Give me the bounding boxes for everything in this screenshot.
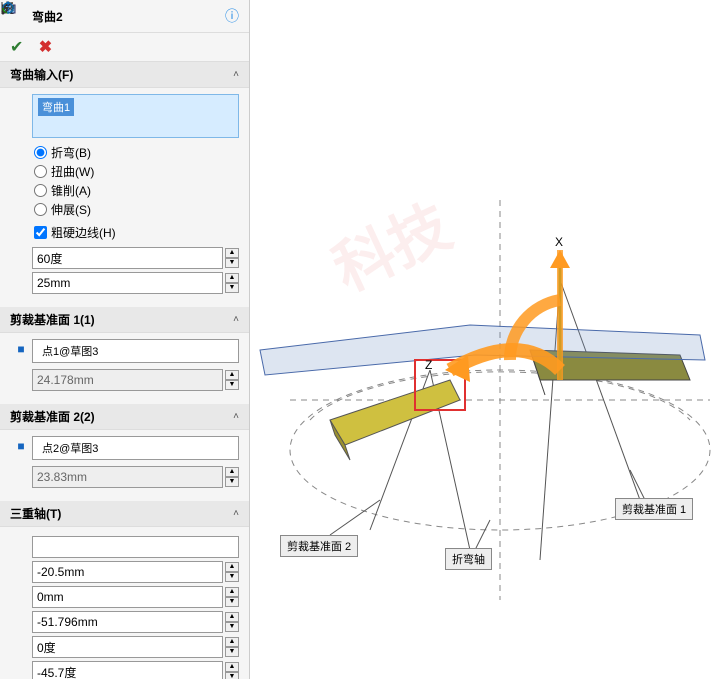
callout-trim1[interactable]: 剪裁基准面 1 xyxy=(615,498,693,520)
section-body-input: 弯曲1 折弯(B) 扭曲(W) 锥削(A) 伸展(S) 粗硬边线(H) ▲▼ ▲… xyxy=(0,88,249,307)
section-title: 剪裁基准面 2(2) xyxy=(10,408,233,425)
radio-taper-input[interactable] xyxy=(34,184,47,197)
point-icon: ■ xyxy=(10,339,32,356)
chevron-up-icon: ˄ xyxy=(233,411,239,422)
radio-bend-input[interactable] xyxy=(34,146,47,159)
radio-twist-input[interactable] xyxy=(34,165,47,178)
radio-label: 锥削(A) xyxy=(51,182,91,199)
triad-x-input[interactable] xyxy=(32,561,223,583)
spin-down[interactable]: ▼ xyxy=(225,572,239,582)
section-body-triad: x ▲▼ y ▲▼ z ▲▼ x ▲▼ y ▲▼ z ▲▼ xyxy=(0,527,249,679)
section-body-trim1: ■ 点1@草图3 D ▲▼ xyxy=(0,333,249,404)
section-header-triad[interactable]: 三重轴(T) ˄ xyxy=(0,501,249,527)
point-icon: ■ xyxy=(10,436,32,453)
section-header-trim2[interactable]: 剪裁基准面 2(2) ˄ xyxy=(0,404,249,430)
section-title: 弯曲输入(F) xyxy=(10,66,233,83)
trim2-distance-input xyxy=(32,466,223,488)
spin-up[interactable]: ▲ xyxy=(225,467,239,477)
chevron-up-icon: ˄ xyxy=(233,508,239,519)
spin-up[interactable]: ▲ xyxy=(225,248,239,258)
spin-up[interactable]: ▲ xyxy=(225,562,239,572)
section-header-trim1[interactable]: 剪裁基准面 1(1) ˄ xyxy=(0,307,249,333)
radio-label: 折弯(B) xyxy=(51,144,91,161)
spin-down[interactable]: ▼ xyxy=(225,258,239,268)
angle-input[interactable] xyxy=(32,247,223,269)
section-title: 三重轴(T) xyxy=(10,505,233,522)
spin-down[interactable]: ▼ xyxy=(225,283,239,293)
spin-up[interactable]: ▲ xyxy=(225,587,239,597)
callout-bend-axis[interactable]: 折弯轴 xyxy=(445,548,492,570)
spin-down[interactable]: ▼ xyxy=(225,477,239,487)
section-body-trim2: ■ 点2@草图3 D ▲▼ xyxy=(0,430,249,501)
hard-edges-input[interactable] xyxy=(34,226,47,239)
spin-up[interactable]: ▲ xyxy=(225,637,239,647)
radio-label: 伸展(S) xyxy=(51,201,91,218)
spin-up[interactable]: ▲ xyxy=(225,612,239,622)
triad-ry-input[interactable] xyxy=(32,661,223,679)
triad-origin-input[interactable] xyxy=(32,536,239,558)
chevron-up-icon: ˄ xyxy=(233,69,239,80)
help-icon[interactable]: ⓘ xyxy=(225,6,239,26)
triad-rx-input[interactable] xyxy=(32,636,223,658)
radio-twist[interactable]: 扭曲(W) xyxy=(34,163,239,180)
flex-type-radios: 折弯(B) 扭曲(W) 锥削(A) 伸展(S) xyxy=(34,144,239,218)
chevron-up-icon: ˄ xyxy=(233,314,239,325)
ok-button[interactable]: ✔ xyxy=(10,39,23,56)
spin-up[interactable]: ▲ xyxy=(225,370,239,380)
spin-down[interactable]: ▼ xyxy=(225,622,239,632)
spin-down[interactable]: ▼ xyxy=(225,597,239,607)
body-selection-box[interactable]: 弯曲1 xyxy=(32,94,239,138)
selection-item: 点2@草图3 xyxy=(38,442,102,456)
spin-down[interactable]: ▼ xyxy=(225,672,239,679)
radio-stretch-input[interactable] xyxy=(34,203,47,216)
panel-header: 弯曲2 ⓘ xyxy=(0,0,249,33)
radio-bend[interactable]: 折弯(B) xyxy=(34,144,239,161)
graphics-viewport[interactable]: 科技 空 xyxy=(250,0,713,679)
action-row: ✔ ✖ xyxy=(0,33,249,62)
callout-trim2[interactable]: 剪裁基准面 2 xyxy=(280,535,358,557)
triad-y-input[interactable] xyxy=(32,586,223,608)
svg-text:z: z xyxy=(5,6,9,13)
trim1-selection-box[interactable]: 点1@草图3 xyxy=(32,339,239,363)
section-title: 剪裁基准面 1(1) xyxy=(10,311,233,328)
trim1-distance-input xyxy=(32,369,223,391)
spin-up[interactable]: ▲ xyxy=(225,273,239,283)
radio-label: 扭曲(W) xyxy=(51,163,94,180)
section-header-input[interactable]: 弯曲输入(F) ˄ xyxy=(0,62,249,88)
model-preview xyxy=(250,0,713,679)
selection-item: 弯曲1 xyxy=(38,98,74,116)
triad-z-input[interactable] xyxy=(32,611,223,633)
spin-down[interactable]: ▼ xyxy=(225,647,239,657)
radio-taper[interactable]: 锥削(A) xyxy=(34,182,239,199)
spin-up[interactable]: ▲ xyxy=(225,662,239,672)
body-select-icon xyxy=(10,94,32,97)
panel-title: 弯曲2 xyxy=(32,8,225,25)
axis-label-x: X xyxy=(555,235,563,249)
trim2-selection-box[interactable]: 点2@草图3 xyxy=(32,436,239,460)
spin-down[interactable]: ▼ xyxy=(225,380,239,390)
property-panel: 弯曲2 ⓘ ✔ ✖ 弯曲输入(F) ˄ 弯曲1 折弯(B) 扭曲(W) 锥削(A… xyxy=(0,0,250,679)
check-label: 粗硬边线(H) xyxy=(51,224,116,241)
radio-stretch[interactable]: 伸展(S) xyxy=(34,201,239,218)
cancel-button[interactable]: ✖ xyxy=(39,39,52,56)
hard-edges-check[interactable]: 粗硬边线(H) xyxy=(34,224,239,241)
selection-item: 点1@草图3 xyxy=(38,345,102,359)
radius-input[interactable] xyxy=(32,272,223,294)
axis-label-z: Z xyxy=(425,358,432,372)
